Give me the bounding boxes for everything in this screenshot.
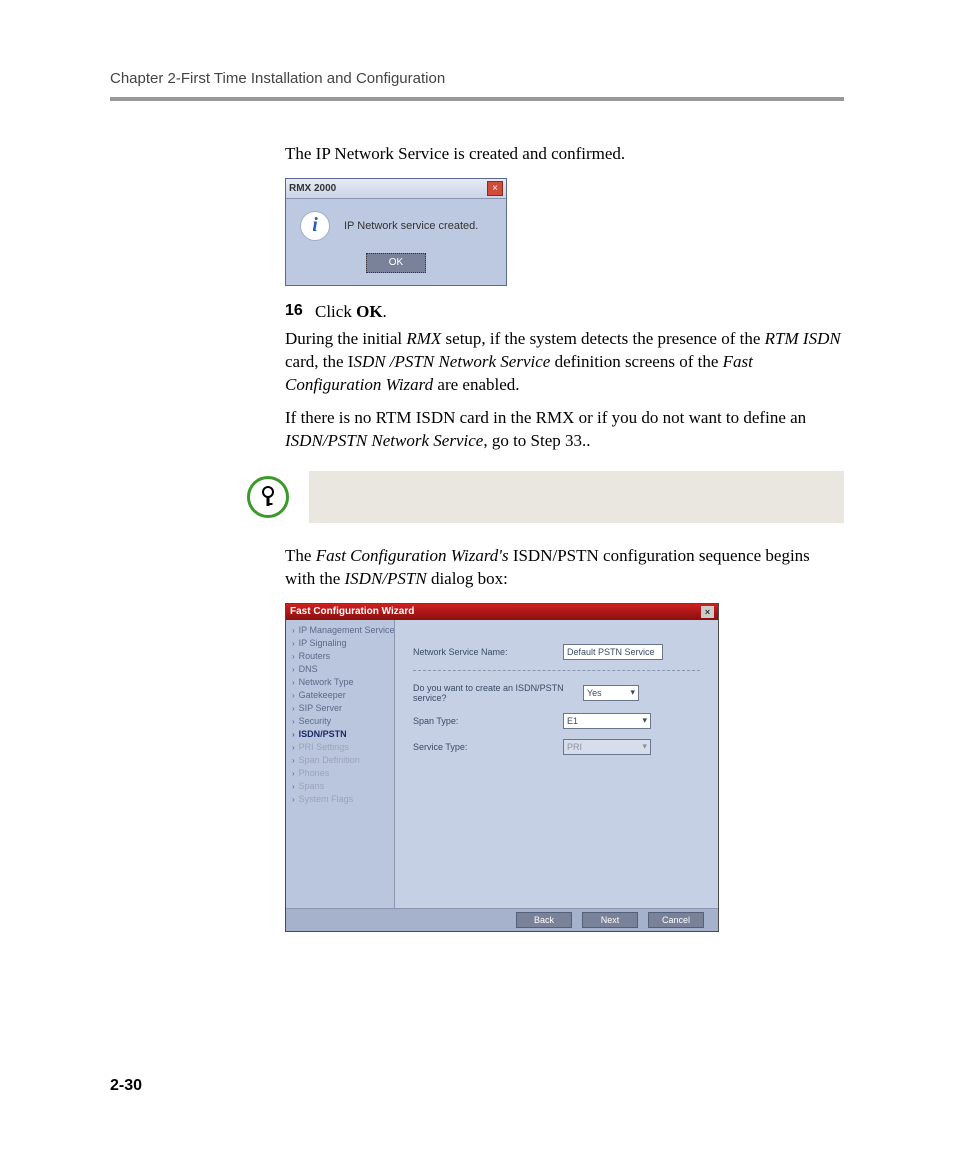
p3-b: , go to Step 33..: [483, 431, 590, 450]
sidebar-item-dns[interactable]: ›DNS: [286, 663, 394, 676]
header-rule: [110, 97, 844, 101]
chevron-icon: ›: [292, 665, 295, 674]
span-type-select[interactable]: E1▾: [563, 713, 651, 729]
back-button[interactable]: Back: [516, 912, 572, 928]
chevron-icon: ›: [292, 652, 295, 661]
chevron-icon: ›: [292, 691, 295, 700]
chevron-down-icon: ▾: [630, 687, 635, 698]
dialog-titlebar: RMX 2000 ×: [286, 179, 506, 199]
chevron-icon: ›: [292, 678, 295, 687]
sidebar-item-security[interactable]: ›Security: [286, 715, 394, 728]
sidebar-item-isdn-pstn[interactable]: ›ISDN/PSTN: [286, 728, 394, 741]
next-button[interactable]: Next: [582, 912, 638, 928]
ok-button[interactable]: OK: [366, 253, 426, 273]
chevron-down-icon: ▾: [642, 715, 647, 726]
p3-i: ISDN/PSTN Network Service: [285, 431, 483, 450]
p2-rmx: RMX: [406, 329, 441, 348]
p2-a: During the initial: [285, 329, 406, 348]
chevron-down-icon: ▾: [642, 741, 647, 752]
p2-e: are enabled.: [433, 375, 519, 394]
sidebar-item-system-flags[interactable]: ›System Flags: [286, 793, 394, 806]
p4-c: dialog box:: [427, 569, 508, 588]
wizard-title: Fast Configuration Wizard: [290, 606, 414, 617]
cancel-button[interactable]: Cancel: [648, 912, 704, 928]
network-service-name-input[interactable]: Default PSTN Service: [563, 644, 663, 660]
wizard-main: Network Service Name: Default PSTN Servi…: [395, 620, 718, 908]
dialog-title: RMX 2000: [289, 183, 336, 194]
chevron-icon: ›: [292, 730, 295, 739]
service-type-label: Service Type:: [413, 742, 563, 752]
p2-d: definition screens of the: [550, 352, 722, 371]
chevron-icon: ›: [292, 743, 295, 752]
chevron-icon: ›: [292, 756, 295, 765]
wizard-sidebar: ›IP Management Service ›IP Signaling ›Ro…: [286, 620, 395, 908]
step-body: Click OK.: [315, 302, 387, 322]
p4-fcw: Fast Configuration Wizard's: [316, 546, 509, 565]
sidebar-item-spans[interactable]: ›Spans: [286, 780, 394, 793]
p2-c: card, the I: [285, 352, 353, 371]
chevron-icon: ›: [292, 717, 295, 726]
chevron-icon: ›: [292, 782, 295, 791]
chevron-icon: ›: [292, 704, 295, 713]
create-isdn-question-label: Do you want to create an ISDN/PSTN servi…: [413, 683, 583, 703]
span-type-label: Span Type:: [413, 716, 563, 726]
paragraph-intro: The IP Network Service is created and co…: [285, 143, 844, 166]
p2-rtm: RTM ISDN: [765, 329, 841, 348]
sidebar-item-phones[interactable]: ›Phones: [286, 767, 394, 780]
p4-a: The: [285, 546, 316, 565]
chapter-heading: Chapter 2-First Time Installation and Co…: [110, 70, 844, 87]
sidebar-item-network-type[interactable]: ›Network Type: [286, 676, 394, 689]
dialog-message: IP Network service created.: [344, 220, 478, 232]
network-service-name-label: Network Service Name:: [413, 647, 563, 657]
step-16: 16 Click OK.: [285, 302, 844, 322]
sidebar-item-span-definition[interactable]: ›Span Definition: [286, 754, 394, 767]
divider: [413, 670, 700, 671]
paragraph-4: The Fast Configuration Wizard's ISDN/PST…: [285, 545, 844, 591]
sidebar-item-ip-management[interactable]: ›IP Management Service: [286, 624, 394, 637]
p3-a: If there is no RTM ISDN card in the RMX …: [285, 408, 806, 427]
dialog-rmx2000: RMX 2000 × i IP Network service created.…: [285, 178, 507, 286]
sidebar-item-sip-server[interactable]: ›SIP Server: [286, 702, 394, 715]
step-text-a: Click: [315, 302, 356, 321]
step-text-bold: OK: [356, 302, 382, 321]
wizard-footer: Back Next Cancel: [286, 908, 718, 931]
chevron-icon: ›: [292, 769, 295, 778]
p2-b: setup, if the system detects the presenc…: [441, 329, 764, 348]
sidebar-item-ip-signaling[interactable]: ›IP Signaling: [286, 637, 394, 650]
sidebar-item-pri-settings[interactable]: ›PRI Settings: [286, 741, 394, 754]
wizard-dialog: Fast Configuration Wizard × ›IP Manageme…: [285, 603, 719, 932]
create-isdn-select[interactable]: Yes▾: [583, 685, 639, 701]
close-icon[interactable]: ×: [701, 606, 714, 618]
p2-sdn: SDN /PSTN Network Service: [353, 352, 550, 371]
wizard-titlebar: Fast Configuration Wizard ×: [286, 604, 718, 620]
chevron-icon: ›: [292, 626, 295, 635]
info-icon: i: [300, 211, 330, 241]
paragraph-2: During the initial RMX setup, if the sys…: [285, 328, 844, 397]
step-text-b: .: [383, 302, 387, 321]
paragraph-3: If there is no RTM ISDN card in the RMX …: [285, 407, 844, 453]
page-number: 2-30: [110, 1077, 142, 1095]
p4-isdn: ISDN/PSTN: [345, 569, 427, 588]
key-icon: [247, 476, 289, 518]
note-bar: [309, 471, 844, 523]
step-number: 16: [285, 302, 315, 322]
service-type-select: PRI▾: [563, 739, 651, 755]
sidebar-item-gatekeeper[interactable]: ›Gatekeeper: [286, 689, 394, 702]
note-block: [110, 471, 844, 523]
chevron-icon: ›: [292, 795, 295, 804]
chevron-icon: ›: [292, 639, 295, 648]
close-icon[interactable]: ×: [487, 181, 503, 196]
sidebar-item-routers[interactable]: ›Routers: [286, 650, 394, 663]
